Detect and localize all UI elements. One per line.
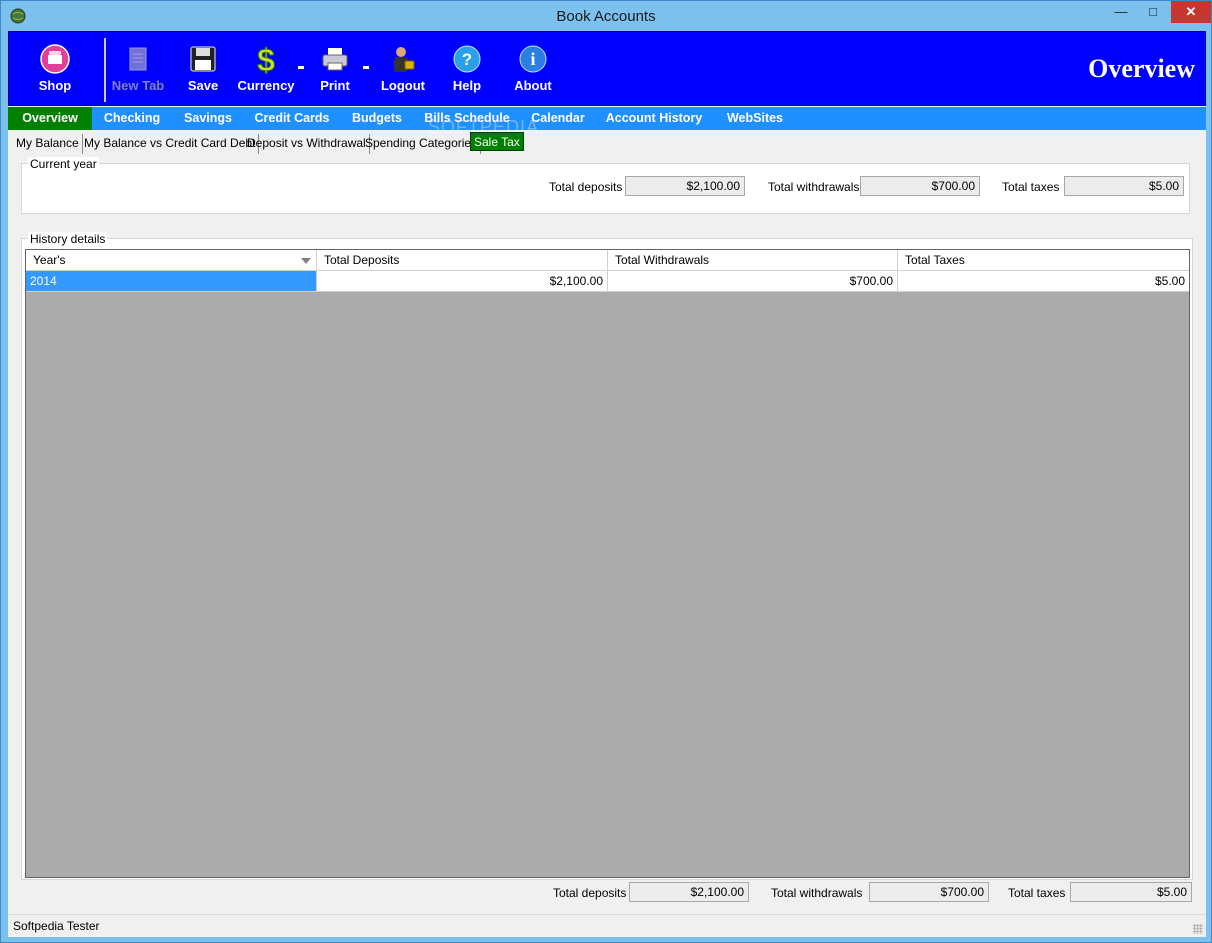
dollar-icon: $ bbox=[257, 44, 276, 74]
floppy-disk-icon bbox=[190, 46, 216, 72]
current-deposits-field[interactable]: $2,100.00 bbox=[625, 176, 745, 196]
tab-websites[interactable]: WebSites bbox=[720, 107, 790, 130]
history-legend: History details bbox=[28, 232, 108, 246]
logout-label: Logout bbox=[380, 78, 426, 93]
main-tab-bar: Overview Checking Savings Credit Cards B… bbox=[8, 107, 1206, 130]
minimize-button[interactable]: — bbox=[1106, 1, 1136, 23]
tab-checking[interactable]: Checking bbox=[100, 107, 164, 130]
cell-year[interactable]: 2014 bbox=[26, 271, 317, 292]
current-year-group: Current year Total deposits $2,100.00 To… bbox=[21, 157, 1190, 214]
total-taxes-label: Total taxes bbox=[1008, 886, 1066, 900]
page-title: Overview bbox=[1088, 54, 1195, 83]
column-header-deposits[interactable]: Total Deposits bbox=[317, 250, 608, 271]
new-tab-icon bbox=[129, 47, 147, 71]
subtab-deposit-vs-withdrawal[interactable]: Deposit vs Withdrawal bbox=[244, 134, 370, 154]
grid-header: Year's Total Deposits Total Withdrawals … bbox=[26, 250, 1189, 271]
column-header-taxes[interactable]: Total Taxes bbox=[898, 250, 1189, 271]
tab-budgets[interactable]: Budgets bbox=[348, 107, 406, 130]
cell-withdrawals[interactable]: $700.00 bbox=[608, 271, 898, 292]
current-taxes-label: Total taxes bbox=[1002, 180, 1060, 194]
info-icon: i bbox=[519, 45, 547, 73]
print-button[interactable]: Print bbox=[303, 44, 367, 100]
about-button[interactable]: i About bbox=[501, 44, 565, 100]
subtab-balance-vs-debt[interactable]: My Balance vs Credit Card Debt bbox=[81, 134, 260, 154]
shop-icon bbox=[40, 44, 70, 74]
tab-credit-cards[interactable]: Credit Cards bbox=[252, 107, 332, 130]
sort-arrow-icon bbox=[301, 258, 311, 264]
logout-button[interactable]: Logout bbox=[371, 44, 435, 100]
help-icon: ? bbox=[453, 45, 481, 73]
client-area: Shop New Tab Save $ Currency Print Logou… bbox=[8, 31, 1206, 937]
subtab-spending-categories[interactable]: Spending Categories bbox=[362, 134, 482, 154]
printer-icon bbox=[322, 48, 348, 71]
status-bar: Softpedia Tester bbox=[8, 914, 1206, 937]
help-label: Help bbox=[452, 78, 482, 93]
column-header-label: Year's bbox=[33, 253, 66, 267]
total-withdrawals-field[interactable]: $700.00 bbox=[869, 882, 989, 902]
new-tab-label: New Tab bbox=[111, 78, 165, 93]
current-deposits-label: Total deposits bbox=[549, 180, 623, 194]
table-row[interactable]: 2014 $2,100.00 $700.00 $5.00 bbox=[26, 271, 1189, 292]
history-grid[interactable]: Year's Total Deposits Total Withdrawals … bbox=[25, 249, 1190, 878]
column-header-years[interactable]: Year's bbox=[26, 250, 317, 271]
tab-savings[interactable]: Savings bbox=[180, 107, 236, 130]
total-taxes-field[interactable]: $5.00 bbox=[1070, 882, 1192, 902]
user-lock-icon bbox=[394, 47, 415, 72]
svg-text:?: ? bbox=[462, 50, 472, 69]
status-text: Softpedia Tester bbox=[13, 919, 100, 933]
maximize-button[interactable]: □ bbox=[1138, 1, 1168, 23]
print-dropdown-caret[interactable] bbox=[363, 66, 369, 69]
tab-account-history[interactable]: Account History bbox=[604, 107, 704, 130]
save-button[interactable]: Save bbox=[171, 44, 235, 100]
column-header-withdrawals[interactable]: Total Withdrawals bbox=[608, 250, 898, 271]
about-label: About bbox=[514, 78, 552, 93]
currency-button[interactable]: $ Currency bbox=[234, 44, 298, 100]
total-deposits-label: Total deposits bbox=[553, 886, 627, 900]
toolbar: Shop New Tab Save $ Currency Print Logou… bbox=[8, 31, 1206, 106]
shop-button[interactable]: Shop bbox=[23, 44, 87, 100]
new-tab-button[interactable]: New Tab bbox=[106, 44, 170, 100]
help-button[interactable]: ? Help bbox=[435, 44, 499, 100]
window-title: Book Accounts bbox=[556, 8, 656, 25]
current-withdrawals-field[interactable]: $700.00 bbox=[860, 176, 980, 196]
tab-overview[interactable]: Overview bbox=[8, 107, 92, 130]
cell-deposits[interactable]: $2,100.00 bbox=[317, 271, 608, 292]
title-bar[interactable]: Book Accounts — □ ✕ bbox=[1, 1, 1211, 31]
cell-taxes[interactable]: $5.00 bbox=[898, 271, 1189, 292]
app-window: Book Accounts — □ ✕ Shop New Tab Save $ … bbox=[0, 0, 1212, 943]
resize-grip-icon[interactable] bbox=[1193, 924, 1203, 934]
shop-label: Shop bbox=[38, 78, 72, 93]
total-deposits-field[interactable]: $2,100.00 bbox=[629, 882, 749, 902]
close-button[interactable]: ✕ bbox=[1171, 1, 1211, 23]
current-year-legend: Current year bbox=[28, 157, 99, 171]
current-withdrawals-label: Total withdrawals bbox=[768, 180, 860, 194]
save-label: Save bbox=[187, 78, 219, 93]
currency-label: Currency bbox=[237, 78, 295, 93]
print-label: Print bbox=[320, 78, 350, 93]
svg-text:i: i bbox=[530, 49, 535, 69]
subtab-sale-tax[interactable]: Sale Tax bbox=[470, 132, 524, 151]
current-taxes-field[interactable]: $5.00 bbox=[1064, 176, 1184, 196]
subtab-my-balance[interactable]: My Balance bbox=[13, 134, 83, 154]
svg-text:$: $ bbox=[257, 44, 275, 74]
total-withdrawals-label: Total withdrawals bbox=[771, 886, 863, 900]
